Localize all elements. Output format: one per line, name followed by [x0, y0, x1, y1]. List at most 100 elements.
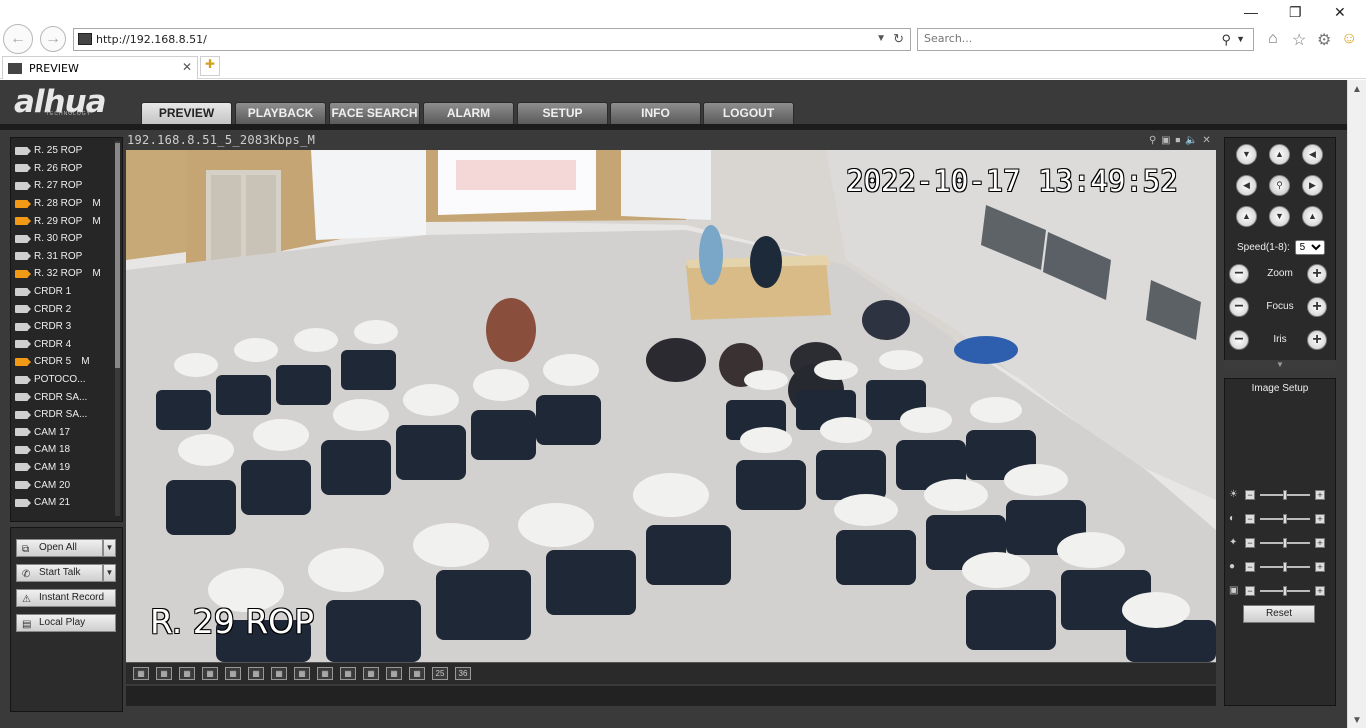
slider-plus-button[interactable]: +	[1315, 562, 1325, 572]
layout-button[interactable]: ▦	[225, 667, 241, 680]
layout-button[interactable]: ▦	[409, 667, 425, 680]
home-icon[interactable]: ⌂	[1268, 30, 1278, 48]
layout-button[interactable]: ▦	[294, 667, 310, 680]
tab-preview-menu[interactable]: PREVIEW	[141, 102, 232, 125]
refresh-icon[interactable]: ↻	[893, 31, 904, 47]
channel-item[interactable]: R. 29 ROP M	[15, 212, 115, 230]
channel-item[interactable]: CAM 19	[15, 459, 115, 477]
slider-plus-button[interactable]: +	[1315, 586, 1325, 596]
layout-button[interactable]: ▦	[202, 667, 218, 680]
slider-minus-button[interactable]: −	[1245, 514, 1255, 524]
url-text[interactable]: http://192.168.8.51/	[96, 33, 207, 46]
tab-close-icon[interactable]: ✕	[182, 60, 192, 74]
ptz-down-left-button[interactable]: ▲	[1236, 206, 1257, 227]
scroll-down-icon[interactable]: ▼	[1352, 715, 1362, 726]
channel-item[interactable]: R. 26 ROP	[15, 160, 115, 178]
zoom-icon[interactable]: ⚲	[1149, 135, 1157, 146]
slider-minus-button[interactable]: −	[1245, 490, 1255, 500]
ptz-left-button[interactable]: ◀	[1236, 175, 1257, 196]
browser-search[interactable]: ⚲ ▼	[917, 28, 1254, 51]
slider-knob[interactable]	[1283, 538, 1287, 548]
search-input[interactable]	[924, 32, 1204, 45]
slider-track[interactable]	[1260, 490, 1310, 500]
local-play-button[interactable]: ▤ Local Play	[16, 614, 116, 632]
channel-item[interactable]: CAM 20	[15, 476, 115, 494]
slider-plus-button[interactable]: +	[1315, 490, 1325, 500]
channel-item[interactable]: R. 32 ROP M	[15, 265, 115, 283]
ptz-right-button[interactable]: ▶	[1302, 175, 1323, 196]
settings-gear-icon[interactable]: ⚙	[1317, 30, 1331, 50]
scroll-up-icon[interactable]: ▲	[1352, 84, 1362, 95]
favorites-star-icon[interactable]: ☆	[1292, 30, 1306, 50]
ptz-collapse-toggle[interactable]: ▼	[1224, 360, 1336, 369]
address-bar[interactable]: http://192.168.8.51/ ▼ ↻	[73, 28, 911, 51]
slider-knob[interactable]	[1283, 490, 1287, 500]
layout-button[interactable]: 25	[432, 667, 448, 680]
ptz-down-right-button[interactable]: ▲	[1302, 206, 1323, 227]
channel-item[interactable]: CRDR SA...	[15, 406, 115, 424]
layout-button[interactable]: ▦	[271, 667, 287, 680]
channel-item[interactable]: CAM 17	[15, 424, 115, 442]
focus-plus-button[interactable]: +	[1307, 297, 1327, 317]
new-tab-button[interactable]: ✚	[200, 56, 220, 76]
tab-preview[interactable]: PREVIEW ✕	[2, 56, 198, 79]
layout-button[interactable]: ▦	[156, 667, 172, 680]
channel-item[interactable]: CRDR 3	[15, 318, 115, 336]
slider-minus-button[interactable]: −	[1245, 562, 1255, 572]
channel-item[interactable]: R. 30 ROP	[15, 230, 115, 248]
iris-plus-button[interactable]: +	[1307, 330, 1327, 350]
slider-knob[interactable]	[1283, 514, 1287, 524]
channel-item[interactable]: R. 31 ROP	[15, 248, 115, 266]
channel-item[interactable]: R. 28 ROP M	[15, 195, 115, 213]
close-video-icon[interactable]: ✕	[1202, 135, 1211, 146]
open-all-dropdown[interactable]: ▼	[103, 539, 116, 557]
channel-item[interactable]: CRDR SA...	[15, 388, 115, 406]
slider-minus-button[interactable]: −	[1245, 586, 1255, 596]
reset-button[interactable]: Reset	[1243, 605, 1315, 623]
ptz-down-button[interactable]: ▼	[1269, 206, 1290, 227]
ptz-up-left-button[interactable]: ▼	[1236, 144, 1257, 165]
tab-logout[interactable]: LOGOUT	[703, 102, 794, 125]
slider-knob[interactable]	[1283, 586, 1287, 596]
forward-button[interactable]: →	[40, 26, 66, 52]
slider-track[interactable]	[1260, 538, 1310, 548]
address-dropdown-icon[interactable]: ▼	[876, 33, 886, 44]
layout-button[interactable]: 36	[455, 667, 471, 680]
back-button[interactable]: ←	[3, 24, 33, 54]
start-talk-button[interactable]: ✆ Start Talk	[16, 564, 103, 582]
camera-video-feed[interactable]: 2022-10-17 13:49:52 R. 29 ROP	[126, 150, 1216, 662]
restore-icon[interactable]: ❐	[1289, 4, 1302, 21]
scrollbar-thumb[interactable]	[115, 143, 120, 368]
slider-plus-button[interactable]: +	[1315, 514, 1325, 524]
layout-button[interactable]: ▦	[248, 667, 264, 680]
ptz-up-right-button[interactable]: ◀	[1302, 144, 1323, 165]
open-all-button[interactable]: ⧉ Open All	[16, 539, 103, 557]
start-talk-dropdown[interactable]: ▼	[103, 564, 116, 582]
zoom-in-button[interactable]: +	[1307, 264, 1327, 284]
tab-setup[interactable]: SETUP	[517, 102, 608, 125]
ptz-center-zoom-button[interactable]: ⚲	[1269, 175, 1290, 196]
layout-button[interactable]: ▦	[317, 667, 333, 680]
channel-item[interactable]: CRDR 5 M	[15, 353, 115, 371]
close-window-icon[interactable]: ✕	[1334, 4, 1346, 21]
ptz-up-button[interactable]: ▲	[1269, 144, 1290, 165]
smiley-feedback-icon[interactable]: ☺	[1341, 30, 1357, 48]
speed-select[interactable]: 5	[1294, 240, 1325, 255]
search-icon[interactable]: ⚲	[1221, 32, 1231, 48]
channel-item[interactable]: CRDR 1	[15, 283, 115, 301]
search-dropdown-icon[interactable]: ▼	[1236, 34, 1245, 44]
slider-plus-button[interactable]: +	[1315, 538, 1325, 548]
slider-track[interactable]	[1260, 586, 1310, 596]
channel-scrollbar[interactable]	[115, 141, 120, 516]
slider-track[interactable]	[1260, 514, 1310, 524]
minimize-icon[interactable]: —	[1244, 4, 1258, 20]
channel-item[interactable]: CRDR 2	[15, 300, 115, 318]
channel-item[interactable]: CRDR 4	[15, 336, 115, 354]
audio-icon[interactable]: 🔈	[1185, 135, 1198, 146]
layout-button[interactable]: ▦	[133, 667, 149, 680]
channel-item[interactable]: R. 25 ROP	[15, 142, 115, 160]
channel-item[interactable]: CAM 21	[15, 494, 115, 512]
tab-face-search[interactable]: FACE SEARCH	[329, 102, 420, 125]
layout-button[interactable]: ▦	[340, 667, 356, 680]
slider-track[interactable]	[1260, 562, 1310, 572]
